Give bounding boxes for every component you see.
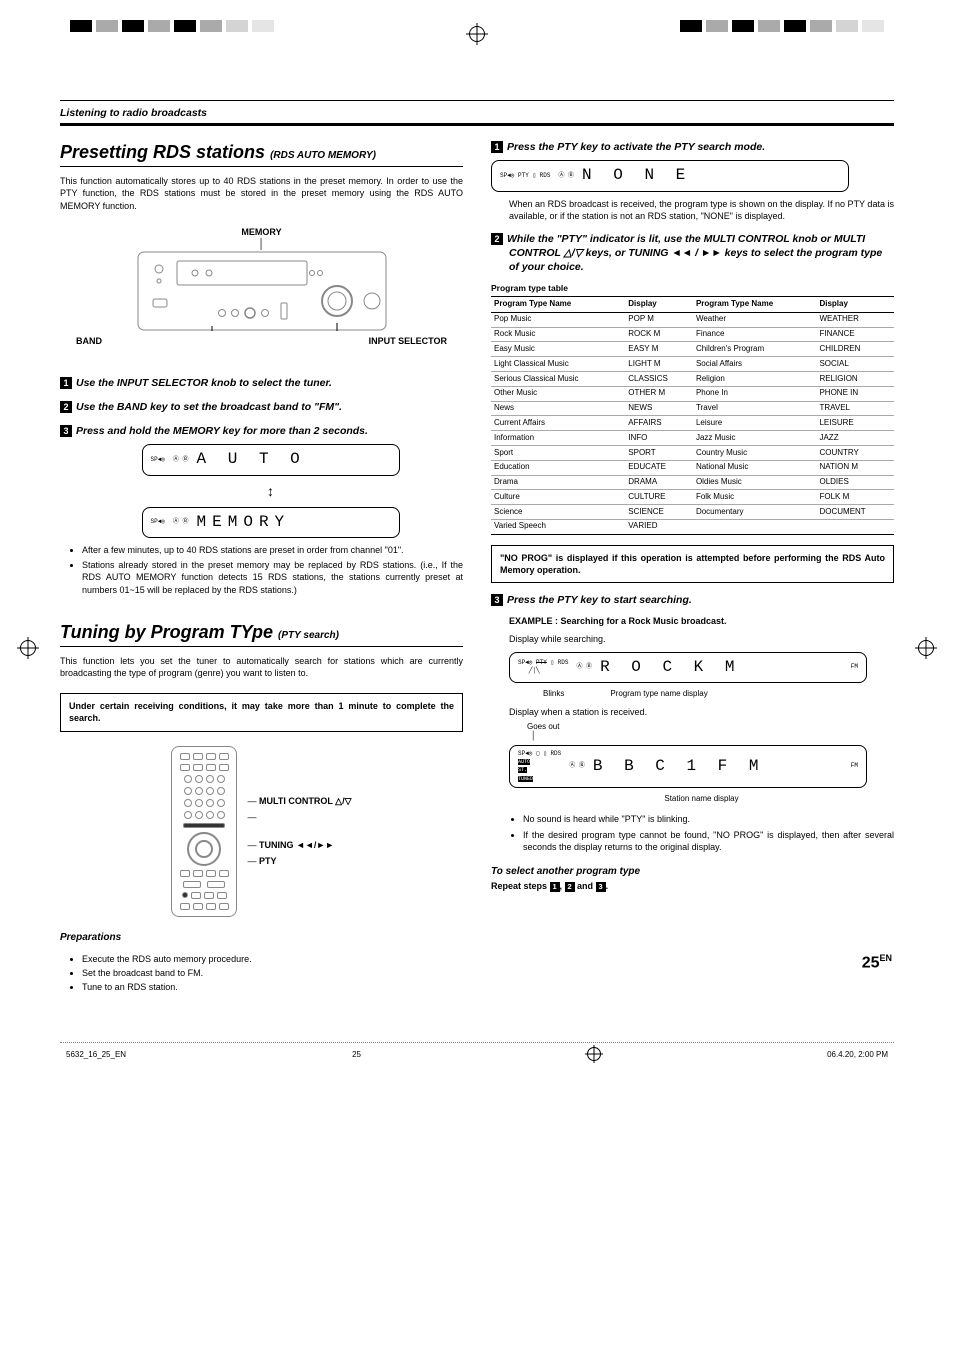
table-row: Rock MusicROCK MFinanceFINANCE [491, 327, 894, 342]
footer-left: 5632_16_25_EN [66, 1050, 126, 1059]
station-name-label: Station name display [509, 794, 894, 805]
footer: 5632_16_25_EN 25 06.4.20, 2:00 PM [60, 1042, 894, 1061]
remote-label-multi: MULTI CONTROL △/▽ [247, 793, 351, 809]
pty-th3: Program Type Name [693, 297, 817, 313]
table-row: Easy MusicEASY MChildren's ProgramCHILDR… [491, 342, 894, 357]
prep-item1: Execute the RDS auto memory procedure. [82, 953, 463, 965]
table-row: Light Classical MusicLIGHT MSocial Affai… [491, 357, 894, 372]
lcd-rockm: SP◄◎ PTY ▯ RDS ╱│╲ Ⓐ Ⓑ R O C K M FM [509, 652, 867, 684]
after-lcd-text: When an RDS broadcast is received, the p… [491, 198, 894, 222]
lcd-auto: SP◄◎ Ⓐ Ⓑ A U T O [142, 444, 400, 476]
noprog-box: "NO PROG" is displayed if this operation… [491, 545, 894, 583]
table-row: Other MusicOTHER MPhone InPHONE IN [491, 386, 894, 401]
table-row: Serious Classical MusicCLASSICSReligionR… [491, 372, 894, 387]
remote-label-pty: PTY [247, 853, 351, 869]
remote-label-tuning: TUNING ◄◄/►► [247, 837, 351, 853]
prep-item2: Set the broadcast band to FM. [82, 967, 463, 979]
searching-caption: Display while searching. [509, 633, 894, 645]
left-step3: 3Press and hold the MEMORY key for more … [60, 424, 463, 438]
table-row: NewsNEWSTravelTRAVEL [491, 401, 894, 416]
title-presetting: Presetting RDS stations (RDS AUTO MEMORY… [60, 140, 463, 167]
remote-diagram: MULTI CONTROL △/▽ TUNING ◄◄/►► PTY [60, 746, 463, 917]
footer-reg-mark [587, 1047, 601, 1061]
right-column: 1Press the PTY key to activate the PTY s… [491, 140, 894, 1002]
table-row: InformationINFOJazz MusicJAZZ [491, 431, 894, 446]
left-bullets: After a few minutes, up to 40 RDS statio… [60, 544, 463, 596]
left-bullet1: After a few minutes, up to 40 RDS statio… [82, 544, 463, 556]
repeat-steps-line: Repeat steps 1, 2 and 3. [491, 880, 894, 892]
preparations-title: Preparations [60, 931, 463, 945]
end-bullet1: No sound is heard while "PTY" is blinkin… [523, 813, 894, 825]
left-column: Presetting RDS stations (RDS AUTO MEMORY… [60, 140, 463, 1002]
pty-th2: Display [625, 297, 693, 313]
title-tuning-sub: (PTY search) [278, 630, 339, 641]
pty-table-title: Program type table [491, 283, 894, 294]
right-step1: 1Press the PTY key to activate the PTY s… [491, 140, 894, 154]
lcd-none: SP◄◎ PTY ▯ RDS Ⓐ Ⓑ N O N E [491, 160, 849, 192]
intro-tuning: This function lets you set the tuner to … [60, 655, 463, 679]
title-presetting-main: Presetting RDS stations [60, 142, 265, 162]
goes-out-label: Goes out [527, 722, 894, 733]
left-step1: 1Use the INPUT SELECTOR knob to select t… [60, 376, 463, 390]
diagram-band-label: BAND [76, 335, 102, 347]
blinks-label: Blinks [543, 689, 564, 700]
table-row: ScienceSCIENCEDocumentaryDOCUMENT [491, 505, 894, 520]
search-note-box: Under certain receiving conditions, it m… [60, 693, 463, 731]
section-rule [60, 123, 894, 126]
preparations-list: Execute the RDS auto memory procedure. S… [60, 953, 463, 993]
title-tuning: Tuning by Program TYpe (PTY search) [60, 620, 463, 647]
diagram-selector-label: INPUT SELECTOR [369, 335, 447, 347]
table-row: Varied SpeechVARIED [491, 519, 894, 534]
left-step2: 2Use the BAND key to set the broadcast b… [60, 400, 463, 414]
right-step2: 2While the "PTY" indicator is lit, use t… [491, 232, 894, 275]
footer-right: 06.4.20, 2:00 PM [827, 1050, 888, 1059]
section-header: Listening to radio broadcasts [60, 100, 894, 119]
table-row: Current AffairsAFFAIRSLeisureLEISURE [491, 416, 894, 431]
right-step3: 3Press the PTY key to start searching. [491, 593, 894, 607]
lcd-bbc: SP◄◎ ▢ ▯ RDSAUTO ST. TUNED Ⓐ Ⓑ B B C 1 F… [509, 745, 867, 787]
table-row: CultureCULTUREFolk MusicFOLK M [491, 490, 894, 505]
end-bullets: No sound is heard while "PTY" is blinkin… [509, 813, 894, 852]
select-another-heading: To select another program type [491, 865, 894, 879]
table-row: Pop MusicPOP MWeatherWEATHER [491, 312, 894, 327]
prep-item3: Tune to an RDS station. [82, 981, 463, 993]
side-reg-right [918, 640, 934, 656]
left-bullet2: Stations already stored in the preset me… [82, 559, 463, 595]
diagram-top-label: MEMORY [60, 226, 463, 238]
pty-table: Program Type Name Display Program Type N… [491, 296, 894, 535]
footer-mid: 25 [352, 1050, 361, 1059]
crop-marks-top [0, 20, 954, 60]
lcd-memory: SP◄◎ Ⓐ Ⓑ MEMORY [142, 507, 400, 539]
example-title: EXAMPLE : Searching for a Rock Music bro… [509, 615, 894, 627]
pty-th4: Display [816, 297, 894, 313]
received-caption: Display when a station is received. [509, 706, 894, 718]
side-reg-left [20, 640, 36, 656]
title-tuning-main: Tuning by Program TYpe [60, 622, 273, 642]
front-panel-diagram [137, 251, 387, 331]
intro-presetting: This function automatically stores up to… [60, 175, 463, 211]
table-row: DramaDRAMAOldies MusicOLDIES [491, 475, 894, 490]
end-bullet2: If the desired program type cannot be fo… [523, 829, 894, 853]
title-presetting-sub: (RDS AUTO MEMORY) [270, 150, 376, 161]
diagram-bottom-labels: BAND INPUT SELECTOR [76, 335, 447, 347]
page-number: 25EN [862, 952, 892, 974]
ptyname-label: Program type name display [610, 689, 707, 700]
table-row: SportSPORTCountry MusicCOUNTRY [491, 446, 894, 461]
table-row: EducationEDUCATENational MusicNATION M [491, 460, 894, 475]
pty-th1: Program Type Name [491, 297, 625, 313]
